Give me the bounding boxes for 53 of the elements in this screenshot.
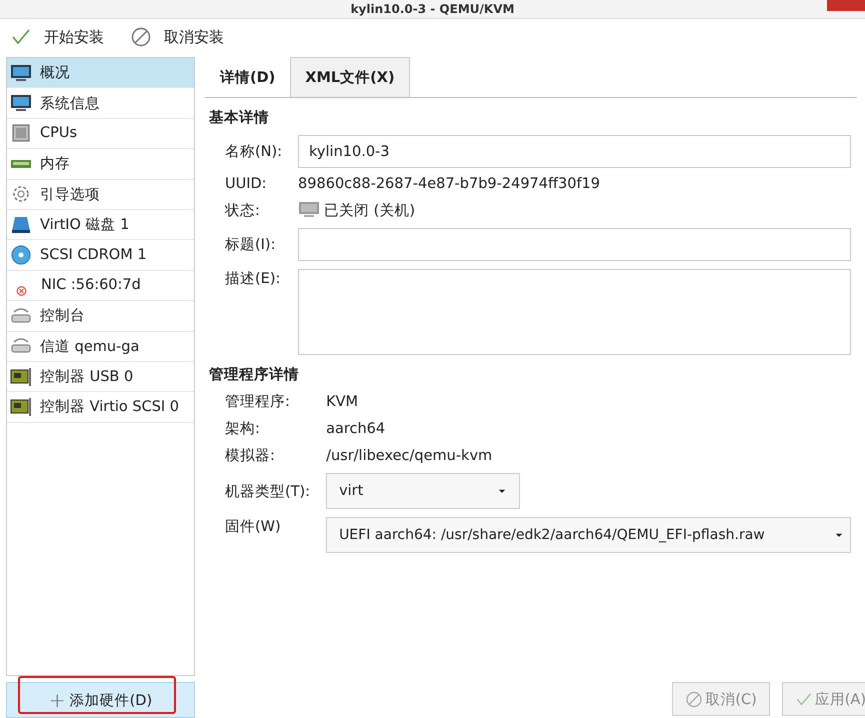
field-label: 状态:: [225, 202, 261, 220]
tab[interactable]: XML文件(X): [290, 57, 410, 97]
field-label: 架构:: [225, 420, 261, 438]
field-value: KVM: [326, 394, 360, 410]
field-label: 机器类型(T):: [225, 482, 310, 500]
field-label: 标题(I):: [225, 236, 276, 254]
sidebar-item[interactable]: 控制台: [7, 301, 194, 332]
card-icon: [10, 366, 32, 387]
monitor-icon: [10, 93, 32, 114]
cancel-icon: [130, 27, 152, 47]
field-value: 89860c88-2687-4e87-b7b9-24974ff30f19: [298, 176, 602, 192]
sidebar-item[interactable]: 内存: [7, 149, 194, 180]
sidebar-item[interactable]: VirtIO 磁盘 1: [7, 210, 194, 240]
check-icon: [794, 690, 813, 708]
cancel-icon: [685, 690, 704, 708]
monitor-icon: [298, 200, 320, 220]
field-label: 描述(E):: [225, 270, 282, 288]
disc-icon: [10, 245, 32, 266]
add-hardware-button[interactable]: + 添加硬件(D): [6, 682, 195, 718]
card-icon: [10, 396, 32, 417]
check-icon: [10, 27, 32, 47]
sidebar-item[interactable]: 信道 qemu-ga: [7, 332, 194, 362]
sidebar-item[interactable]: 引导选项: [7, 180, 194, 210]
section-heading: 管理程序详情: [209, 366, 300, 384]
close-button[interactable]: [827, 0, 865, 11]
begin-install-button[interactable]: 开始安装: [10, 27, 104, 47]
field-value: aarch64: [326, 420, 386, 436]
field-label: UUID:: [225, 176, 268, 192]
field-label: 名称(N):: [225, 143, 282, 161]
sidebar-item[interactable]: 系统信息: [7, 88, 194, 119]
dropdown[interactable]: virt: [326, 473, 520, 509]
dropdown[interactable]: UEFI aarch64: /usr/share/edk2/aarch64/QEMU_EFI-pflash.raw: [326, 517, 851, 553]
sidebar-item[interactable]: SCSI CDROM 1: [7, 240, 194, 271]
field-label: 固件(W): [225, 518, 282, 536]
section-heading: 基本详情: [209, 108, 270, 127]
sidebar-item[interactable]: 控制器 Virtio SCSI 0: [7, 392, 194, 423]
status-text: 已关闭 (关机): [324, 202, 415, 220]
field-label: 模拟器:: [225, 447, 276, 465]
text-area[interactable]: [298, 269, 851, 355]
field-label: 管理程序:: [225, 393, 291, 411]
field-value: /usr/libexec/qemu-kvm: [326, 448, 494, 464]
chip-icon: [10, 123, 32, 144]
sidebar-item[interactable]: 概况: [7, 58, 194, 88]
sidebar-item[interactable]: NIC :56:60:7d: [7, 270, 194, 302]
cancel-install-button[interactable]: 取消安装: [130, 27, 224, 47]
sidebar-item[interactable]: 控制器 USB 0: [7, 362, 194, 392]
text-field[interactable]: kylin10.0-3: [298, 135, 851, 168]
text-field[interactable]: [298, 228, 851, 261]
disk-icon: [10, 214, 32, 235]
monitor-icon: [10, 62, 32, 83]
error-icon: [16, 286, 27, 296]
sidebar-item[interactable]: CPUs: [7, 118, 194, 150]
window-title: kylin10.0-3 - QEMU/KVM: [350, 2, 514, 16]
